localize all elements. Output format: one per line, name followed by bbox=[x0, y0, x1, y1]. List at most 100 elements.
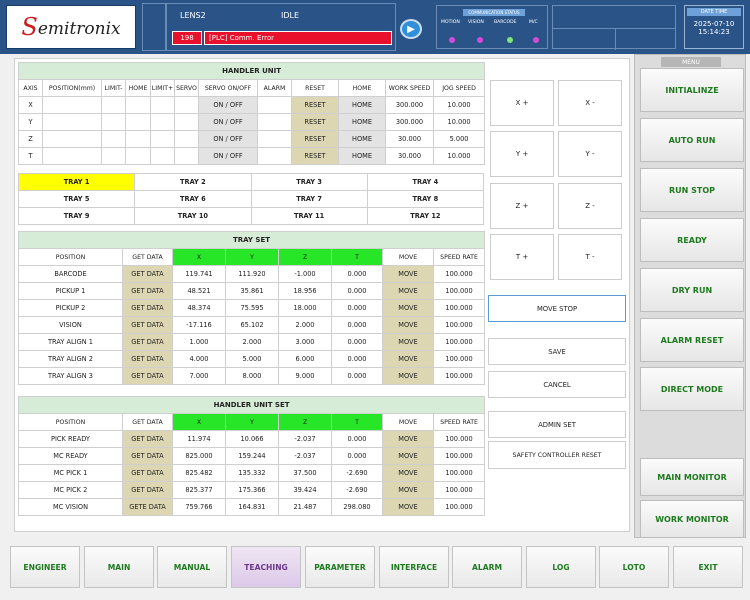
work-monitor-button[interactable]: WORK MONITOR bbox=[640, 500, 744, 538]
speed-rate-input[interactable]: 100.000 bbox=[432, 498, 486, 516]
get-data-button[interactable]: GET DATA bbox=[122, 333, 173, 351]
z-value-input[interactable]: 6.000 bbox=[278, 350, 332, 368]
auto-run-button[interactable]: AUTO RUN bbox=[640, 118, 744, 162]
move-stop-button[interactable]: MOVE STOP bbox=[488, 295, 626, 322]
get-data-button[interactable]: GET DATA bbox=[122, 316, 173, 334]
t-value-input[interactable]: 0.000 bbox=[331, 265, 383, 283]
speed-rate-input[interactable]: 100.000 bbox=[432, 282, 486, 300]
speed-rate-input[interactable]: 100.000 bbox=[432, 447, 486, 465]
x-value-input[interactable]: 119.741 bbox=[172, 265, 226, 283]
nav-engineer[interactable]: ENGINEER bbox=[10, 546, 80, 588]
move-button[interactable]: MOVE bbox=[382, 464, 434, 482]
nav-loto[interactable]: LOTO bbox=[599, 546, 669, 588]
axis-reset-button[interactable]: RESET bbox=[291, 147, 339, 165]
axis-reset-button[interactable]: RESET bbox=[291, 113, 339, 131]
speaker-icon[interactable]: ▶ bbox=[400, 19, 422, 39]
t-value-input[interactable]: 0.000 bbox=[331, 447, 383, 465]
z-value-input[interactable]: 3.000 bbox=[278, 333, 332, 351]
axis-home-button[interactable]: HOME bbox=[338, 147, 386, 165]
tray-button-3[interactable]: TRAY 3 bbox=[250, 173, 368, 191]
jog-speed-input[interactable]: 10.000 bbox=[432, 96, 486, 114]
x-value-input[interactable]: 48.374 bbox=[172, 299, 226, 317]
nav-parameter[interactable]: PARAMETER bbox=[305, 546, 375, 588]
work-speed-input[interactable]: 300.000 bbox=[385, 113, 434, 131]
direct-mode-button[interactable]: DIRECT MODE bbox=[640, 367, 744, 411]
tray-button-2[interactable]: TRAY 2 bbox=[134, 173, 252, 191]
x-value-input[interactable]: -17.116 bbox=[172, 316, 226, 334]
t-value-input[interactable]: 0.000 bbox=[331, 350, 383, 368]
servo-toggle-button[interactable]: ON / OFF bbox=[198, 147, 258, 165]
move-button[interactable]: MOVE bbox=[382, 299, 434, 317]
move-button[interactable]: MOVE bbox=[382, 282, 434, 300]
y-value-input[interactable]: 65.102 bbox=[225, 316, 279, 334]
work-speed-input[interactable]: 30.000 bbox=[385, 130, 434, 148]
main-monitor-button[interactable]: MAIN MONITOR bbox=[640, 458, 744, 496]
move-button[interactable]: MOVE bbox=[382, 350, 434, 368]
servo-toggle-button[interactable]: ON / OFF bbox=[198, 130, 258, 148]
x-value-input[interactable]: 4.000 bbox=[172, 350, 226, 368]
tray-button-8[interactable]: TRAY 8 bbox=[366, 190, 485, 208]
get-data-button[interactable]: GET DATA bbox=[122, 299, 173, 317]
nav-teaching[interactable]: TEACHING bbox=[231, 546, 301, 588]
x-value-input[interactable]: 825.482 bbox=[172, 464, 226, 482]
initialize-button[interactable]: INITIALINZE bbox=[640, 68, 744, 112]
tray-button-11[interactable]: TRAY 11 bbox=[250, 207, 368, 225]
speed-rate-input[interactable]: 100.000 bbox=[432, 299, 486, 317]
axis-home-button[interactable]: HOME bbox=[338, 113, 386, 131]
x-value-input[interactable]: 759.766 bbox=[172, 498, 226, 516]
get-data-button[interactable]: GET DATA bbox=[122, 367, 173, 385]
move-button[interactable]: MOVE bbox=[382, 316, 434, 334]
work-speed-input[interactable]: 300.000 bbox=[385, 96, 434, 114]
get-data-button[interactable]: GET DATA bbox=[122, 481, 173, 499]
y-value-input[interactable]: 2.000 bbox=[225, 333, 279, 351]
nav-interface[interactable]: INTERFACE bbox=[379, 546, 449, 588]
move-button[interactable]: MOVE bbox=[382, 447, 434, 465]
t-value-input[interactable]: 0.000 bbox=[331, 316, 383, 334]
ready-button[interactable]: READY bbox=[640, 218, 744, 262]
tray-button-9[interactable]: TRAY 9 bbox=[17, 207, 136, 225]
jog-z-plus-button[interactable]: Z + bbox=[490, 183, 554, 229]
y-value-input[interactable]: 111.920 bbox=[225, 265, 279, 283]
nav-alarm[interactable]: ALARM bbox=[452, 546, 522, 588]
axis-home-button[interactable]: HOME bbox=[338, 96, 386, 114]
speed-rate-input[interactable]: 100.000 bbox=[432, 333, 486, 351]
y-value-input[interactable]: 159.244 bbox=[225, 447, 279, 465]
z-value-input[interactable]: 18.956 bbox=[278, 282, 332, 300]
y-value-input[interactable]: 5.000 bbox=[225, 350, 279, 368]
tray-button-12[interactable]: TRAY 12 bbox=[366, 207, 485, 225]
jog-t-plus-button[interactable]: T + bbox=[490, 234, 554, 280]
jog-x-minus-button[interactable]: X - bbox=[558, 80, 622, 126]
tray-button-7[interactable]: TRAY 7 bbox=[250, 190, 368, 208]
nav-manual[interactable]: MANUAL bbox=[157, 546, 227, 588]
dry-run-button[interactable]: DRY RUN bbox=[640, 268, 744, 312]
jog-z-minus-button[interactable]: Z - bbox=[558, 183, 622, 229]
y-value-input[interactable]: 175.366 bbox=[225, 481, 279, 499]
t-value-input[interactable]: 0.000 bbox=[331, 282, 383, 300]
t-value-input[interactable]: 0.000 bbox=[331, 430, 383, 448]
move-button[interactable]: MOVE bbox=[382, 430, 434, 448]
jog-x-plus-button[interactable]: X + bbox=[490, 80, 554, 126]
move-button[interactable]: MOVE bbox=[382, 481, 434, 499]
z-value-input[interactable]: 2.000 bbox=[278, 316, 332, 334]
speed-rate-input[interactable]: 100.000 bbox=[432, 481, 486, 499]
run-stop-button[interactable]: RUN STOP bbox=[640, 168, 744, 212]
move-button[interactable]: MOVE bbox=[382, 265, 434, 283]
jog-speed-input[interactable]: 10.000 bbox=[432, 147, 486, 165]
t-value-input[interactable]: 0.000 bbox=[331, 333, 383, 351]
y-value-input[interactable]: 135.332 bbox=[225, 464, 279, 482]
axis-reset-button[interactable]: RESET bbox=[291, 130, 339, 148]
speed-rate-input[interactable]: 100.000 bbox=[432, 464, 486, 482]
x-value-input[interactable]: 825.000 bbox=[172, 447, 226, 465]
get-data-button[interactable]: GET DATA bbox=[122, 464, 173, 482]
z-value-input[interactable]: 21.487 bbox=[278, 498, 332, 516]
speed-rate-input[interactable]: 100.000 bbox=[432, 367, 486, 385]
move-button[interactable]: MOVE bbox=[382, 367, 434, 385]
x-value-input[interactable]: 11.974 bbox=[172, 430, 226, 448]
speed-rate-input[interactable]: 100.000 bbox=[432, 316, 486, 334]
speed-rate-input[interactable]: 100.000 bbox=[432, 430, 486, 448]
speed-rate-input[interactable]: 100.000 bbox=[432, 265, 486, 283]
jog-t-minus-button[interactable]: T - bbox=[558, 234, 622, 280]
z-value-input[interactable]: 39.424 bbox=[278, 481, 332, 499]
jog-speed-input[interactable]: 10.000 bbox=[432, 113, 486, 131]
servo-toggle-button[interactable]: ON / OFF bbox=[198, 96, 258, 114]
